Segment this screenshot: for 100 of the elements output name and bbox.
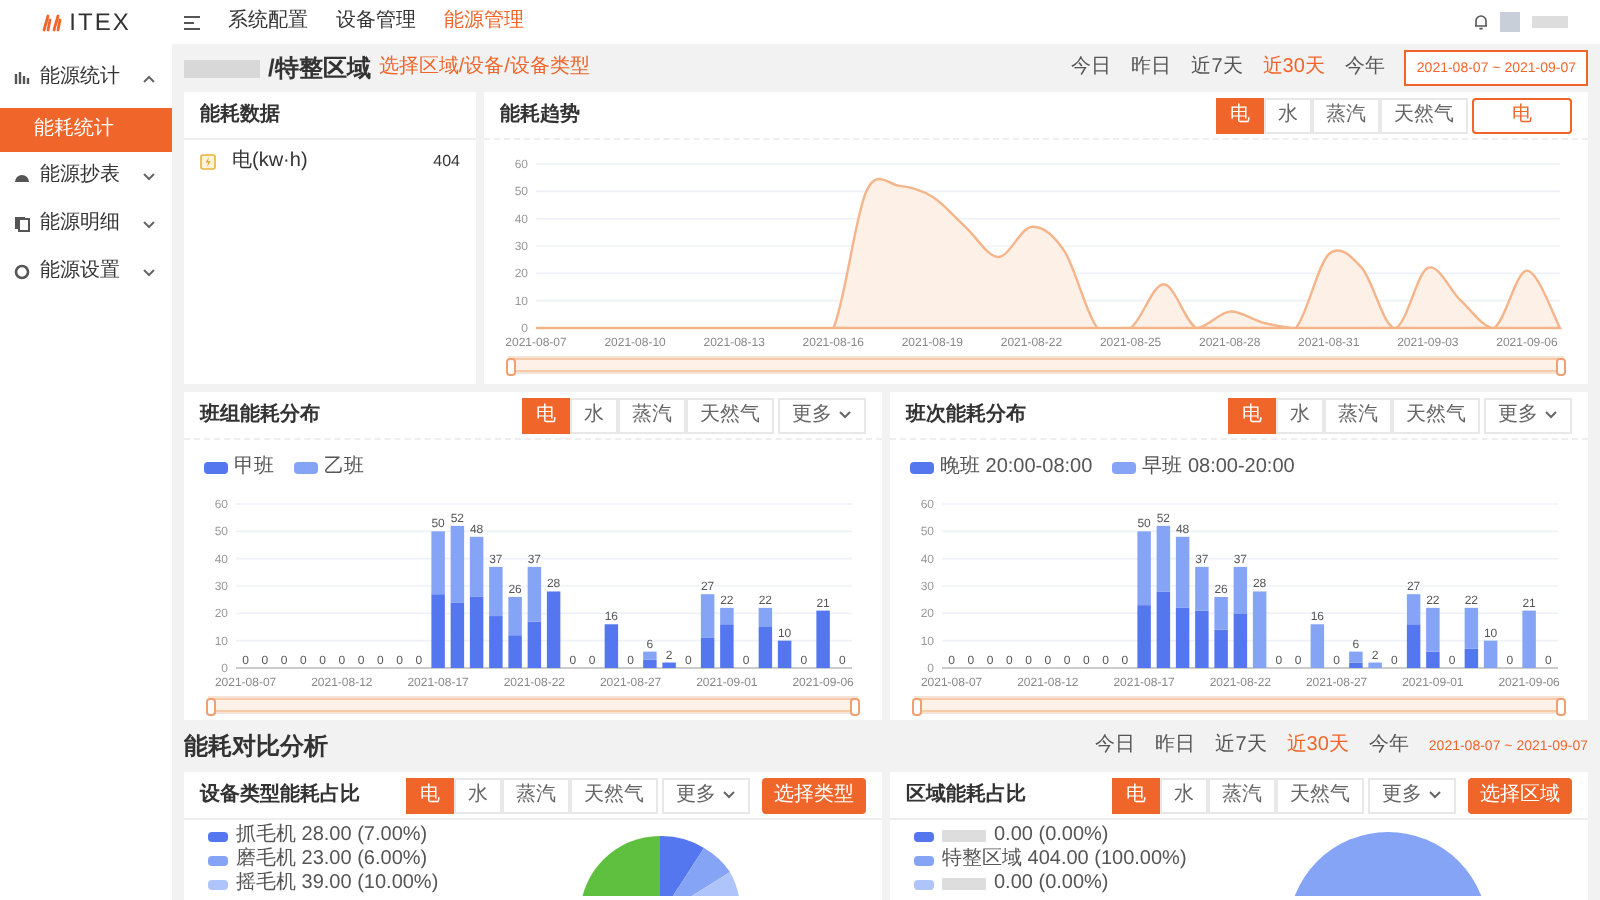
chevron-down-icon <box>1428 790 1442 800</box>
documents-icon <box>14 216 30 232</box>
bell-icon[interactable] <box>1474 14 1488 30</box>
tab[interactable]: 电 <box>522 397 570 433</box>
tab[interactable]: 电 <box>1112 777 1160 813</box>
lightning-icon <box>200 154 216 170</box>
tab[interactable]: 水 <box>1264 97 1312 133</box>
menu-icon[interactable] <box>184 15 200 29</box>
range-slider[interactable] <box>210 698 856 712</box>
chevron-down-icon <box>838 410 852 420</box>
settings-icon <box>14 264 30 280</box>
date-option[interactable]: 昨日 <box>1155 736 1196 756</box>
chevron-down-icon <box>142 219 156 229</box>
tab[interactable]: 水 <box>1276 397 1324 433</box>
bar <box>816 610 830 668</box>
sidebar-item[interactable]: 能源明细 <box>0 200 172 248</box>
bar <box>1522 610 1536 668</box>
slider-handle[interactable] <box>506 358 516 376</box>
card-title: 设备类型能耗占比 <box>200 781 360 810</box>
legend-label: 0.00 (0.00%) <box>994 874 1109 894</box>
tab[interactable]: 电 <box>1228 397 1276 433</box>
nav-link[interactable]: 设备管理 <box>336 12 416 32</box>
card-title: 班次能耗分布 <box>906 401 1026 430</box>
range-slider[interactable] <box>916 698 1562 712</box>
date-option[interactable]: 今年 <box>1344 58 1385 78</box>
redacted-text <box>184 59 260 77</box>
tab[interactable]: 天然气 <box>1276 777 1364 813</box>
legend-label: 甲班 <box>234 458 274 478</box>
legend-label: 摇毛机 39.00 (10.00%) <box>236 874 439 894</box>
tab[interactable]: 蒸汽 <box>1312 97 1380 133</box>
more-dropdown[interactable]: 更多 <box>662 777 750 813</box>
tab[interactable]: 水 <box>454 777 502 813</box>
bar-chart-icon <box>14 70 30 86</box>
breadcrumb-title: /特整区域 <box>268 56 371 80</box>
sidebar-item[interactable]: 能源设置 <box>0 248 172 296</box>
slider-handle[interactable] <box>912 698 922 716</box>
data-value: 404 <box>433 154 460 170</box>
select-button[interactable]: 选择类型 <box>762 777 866 813</box>
tab[interactable]: 蒸汽 <box>1324 397 1392 433</box>
tab[interactable]: 水 <box>570 397 618 433</box>
more-dropdown[interactable]: 更多 <box>1368 777 1456 813</box>
card-title: 区域能耗占比 <box>906 781 1026 810</box>
legend-label: 磨毛机 23.00 (6.00%) <box>236 850 428 870</box>
tab[interactable]: 天然气 <box>686 397 774 433</box>
tab[interactable]: 天然气 <box>1380 97 1468 133</box>
card-title: 能耗趋势 <box>500 101 580 130</box>
bar <box>546 591 561 668</box>
redacted-text <box>1532 16 1568 28</box>
bar <box>777 640 792 668</box>
slider-handle[interactable] <box>206 698 216 716</box>
date-option[interactable]: 今日 <box>1071 58 1112 78</box>
tab[interactable]: 电 <box>406 777 454 813</box>
chevron-down-icon <box>142 171 156 181</box>
more-dropdown[interactable]: 更多 <box>1484 397 1572 433</box>
chevron-down-icon <box>1544 410 1558 420</box>
bar <box>1483 640 1498 668</box>
select-button[interactable]: 选择区域 <box>1468 777 1572 813</box>
tab[interactable]: 电 <box>1216 97 1264 133</box>
tab[interactable]: 天然气 <box>570 777 658 813</box>
date-option[interactable]: 近7天 <box>1191 58 1243 78</box>
date-option[interactable]: 昨日 <box>1131 58 1172 78</box>
slider-handle[interactable] <box>1556 358 1566 376</box>
nav-link[interactable]: 系统配置 <box>228 12 308 32</box>
bar <box>604 624 619 668</box>
logo-text: ITEX <box>69 6 131 40</box>
nav-link[interactable]: 能源管理 <box>444 12 524 32</box>
date-option[interactable]: 今日 <box>1095 736 1136 756</box>
bar <box>1310 624 1325 668</box>
bar <box>1252 591 1267 668</box>
slider-handle[interactable] <box>1556 698 1566 716</box>
legend-label: 抓毛机 28.00 (7.00%) <box>236 826 428 846</box>
tab[interactable]: 蒸汽 <box>1208 777 1276 813</box>
date-option[interactable]: 今年 <box>1368 736 1409 756</box>
card-title: 能耗数据 <box>200 101 280 130</box>
chevron-down-icon <box>722 790 736 800</box>
logo-icon <box>41 13 62 31</box>
sidebar-subitem[interactable]: 能耗统计 <box>0 108 172 152</box>
bar <box>662 662 676 668</box>
legend-label: 特整区域 404.00 (100.00%) <box>942 850 1187 870</box>
legend-label: 乙班 <box>324 458 364 478</box>
tab[interactable]: 天然气 <box>1392 397 1480 433</box>
bar <box>1368 662 1382 668</box>
slider-handle[interactable] <box>850 698 860 716</box>
range-slider[interactable] <box>510 358 1562 372</box>
energy-type-button[interactable]: 电 <box>1472 97 1572 133</box>
chevron-up-icon <box>142 73 156 83</box>
tab[interactable]: 蒸汽 <box>502 777 570 813</box>
more-dropdown[interactable]: 更多 <box>778 397 866 433</box>
section-title: 能耗对比分析 <box>184 734 328 758</box>
chevron-down-icon <box>142 267 156 277</box>
sidebar-item[interactable]: 能源统计 <box>0 54 172 102</box>
tab[interactable]: 水 <box>1160 777 1208 813</box>
card-title: 班组能耗分布 <box>200 401 320 430</box>
sidebar-item[interactable]: 能源抄表 <box>0 152 172 200</box>
data-label: 电(kw·h) <box>232 152 308 172</box>
legend-label: 0.00 (0.00%) <box>994 826 1109 846</box>
legend-label: 晚班 20:00-08:00 <box>940 458 1093 478</box>
tab[interactable]: 蒸汽 <box>618 397 686 433</box>
legend-label: 早班 08:00-20:00 <box>1142 458 1295 478</box>
date-option[interactable]: 近7天 <box>1215 736 1267 756</box>
